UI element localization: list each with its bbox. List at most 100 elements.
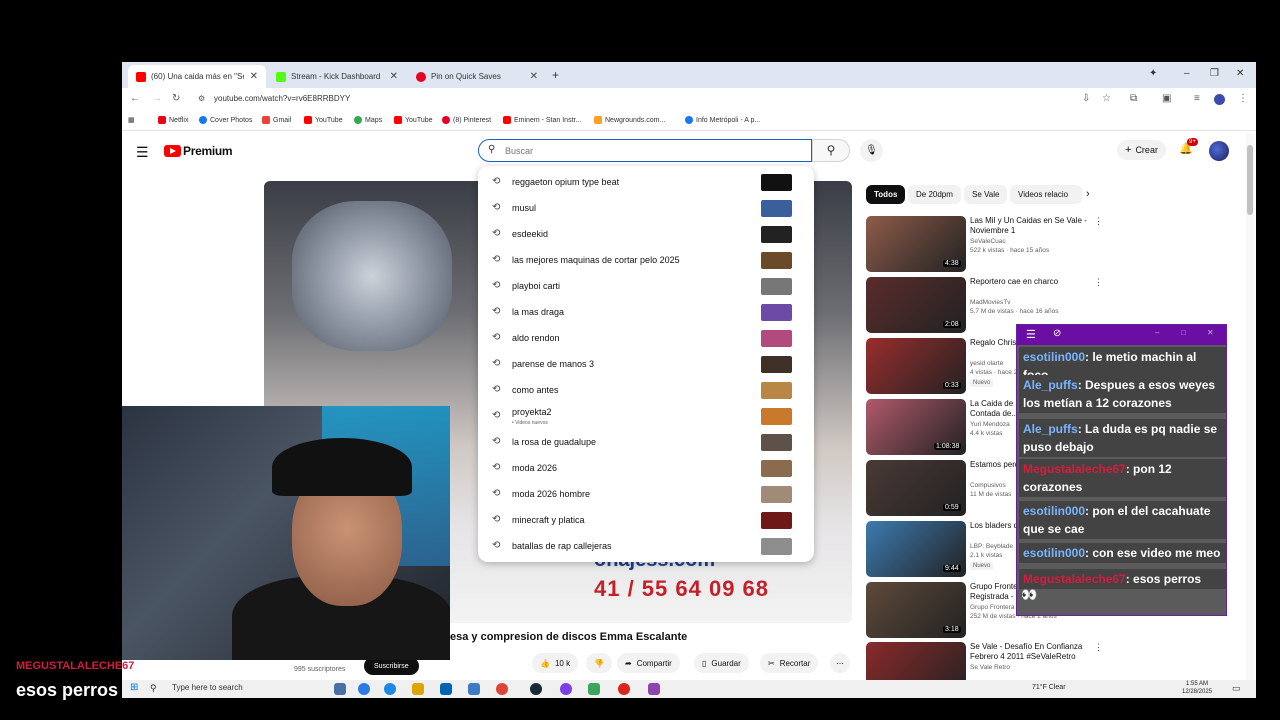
- account-avatar[interactable]: [1209, 141, 1229, 161]
- restore-icon[interactable]: ❐: [1210, 68, 1219, 79]
- reload-icon[interactable]: ↻: [172, 93, 180, 104]
- search-suggestion[interactable]: ⟲ esdeekid: [478, 222, 814, 248]
- chip-todos[interactable]: Todos: [866, 185, 906, 204]
- more-options-icon[interactable]: ⋮: [1094, 216, 1103, 227]
- split-view-icon[interactable]: ▣: [1162, 93, 1171, 104]
- like-button[interactable]: 👍 10 k: [532, 653, 579, 673]
- task-view-icon[interactable]: [334, 683, 346, 695]
- channel-name[interactable]: Grupo Frontera: [970, 604, 1014, 611]
- channel-name[interactable]: yesid olarte: [970, 360, 1003, 367]
- video-title[interactable]: Las Mil y Un Caidas en Se Vale - Noviemb…: [970, 216, 1098, 236]
- tab-kick[interactable]: Stream - Kick Dashboard ✕: [268, 65, 406, 88]
- video-thumbnail[interactable]: [866, 642, 966, 680]
- search-suggestion[interactable]: ⟲ la mas draga: [478, 300, 814, 326]
- bookmark-info-metropoli[interactable]: Info Metrópoli - A p...: [685, 116, 760, 124]
- chip-videos-relacionados[interactable]: Videos relacio: [1010, 185, 1082, 204]
- notification-center-icon[interactable]: ▭: [1232, 683, 1241, 694]
- chrome-icon[interactable]: [496, 683, 508, 695]
- app-icon[interactable]: [468, 683, 480, 695]
- profile-icon[interactable]: [1214, 94, 1225, 105]
- spotify-icon[interactable]: [588, 683, 600, 695]
- back-icon[interactable]: ←: [130, 93, 140, 104]
- bookmark-youtube-2[interactable]: YouTube: [394, 116, 433, 124]
- share-button[interactable]: ➦ Compartir: [617, 653, 680, 673]
- clock[interactable]: 1:55 AM 12/28/2025: [1182, 680, 1212, 696]
- more-options-icon[interactable]: ⋮: [1094, 277, 1103, 288]
- channel-name[interactable]: Se Vale Retro: [970, 664, 1010, 671]
- search-suggestion[interactable]: ⟲ moda 2026: [478, 456, 814, 482]
- edge-icon[interactable]: [358, 683, 370, 695]
- recommended-video[interactable]: Se Vale - Desafío En Confianza Febrero 4…: [866, 642, 1116, 680]
- youtube-premium-logo[interactable]: Premium: [164, 144, 233, 158]
- reading-list-icon[interactable]: ≡: [1194, 93, 1200, 104]
- address-bar[interactable]: youtube.com/watch?v=rv6E8RRBDYY: [214, 94, 350, 103]
- twitch-icon[interactable]: [648, 683, 660, 695]
- search-suggestion[interactable]: ⟲ parense de manos 3: [478, 352, 814, 378]
- search-suggestion[interactable]: ⟲ la rosa de guadalupe: [478, 430, 814, 456]
- new-tab-icon[interactable]: +: [552, 68, 559, 82]
- steam-icon[interactable]: [530, 683, 542, 695]
- chat-menu-icon[interactable]: ☰: [1026, 328, 1036, 341]
- chat-maximize-icon[interactable]: □: [1181, 328, 1186, 337]
- search-suggestion[interactable]: ⟲ batallas de rap callejeras: [478, 534, 814, 560]
- chat-close-icon[interactable]: ✕: [1207, 328, 1214, 337]
- install-icon[interactable]: ⇩: [1082, 93, 1090, 104]
- dislike-button[interactable]: 👎: [586, 653, 612, 673]
- chips-next-icon[interactable]: ›: [1086, 188, 1090, 200]
- channel-name[interactable]: LBP: Beyblade: [970, 543, 1013, 550]
- windows-start-icon[interactable]: ⊞: [130, 682, 138, 693]
- chip-se-vale[interactable]: Se Vale: [964, 185, 1008, 204]
- more-options-icon[interactable]: ⋮: [1094, 642, 1103, 653]
- search-input[interactable]: [505, 144, 795, 158]
- save-button[interactable]: ▯ Guardar: [694, 653, 749, 673]
- search-suggestion[interactable]: ⟲ musul: [478, 196, 814, 222]
- clip-button[interactable]: ✂ Recortar: [760, 653, 819, 673]
- scrollbar-thumb[interactable]: [1247, 145, 1253, 215]
- channel-name[interactable]: Yuri Mendoza: [970, 421, 1010, 428]
- bookmark-cover-photos[interactable]: Cover Photos: [199, 116, 252, 124]
- bookmark-star-icon[interactable]: ☆: [1102, 93, 1111, 104]
- apps-icon[interactable]: ▦: [128, 116, 135, 124]
- gemini-icon[interactable]: ✦: [1149, 68, 1157, 79]
- edge-browser-icon[interactable]: [384, 683, 396, 695]
- close-tab-icon[interactable]: ✕: [390, 71, 398, 82]
- bookmark-youtube[interactable]: YouTube: [304, 116, 343, 124]
- hamburger-menu-icon[interactable]: ☰: [136, 144, 149, 161]
- extensions-icon[interactable]: ⧉: [1130, 93, 1137, 104]
- bookmark-netflix[interactable]: Netflix: [158, 116, 188, 124]
- kebab-menu-icon[interactable]: ⋮: [1238, 93, 1248, 104]
- weather-widget[interactable]: 71°F Clear: [1032, 684, 1066, 691]
- notifications-button[interactable]: 🔔 9+: [1179, 138, 1198, 155]
- search-suggestion[interactable]: ⟲ como antes: [478, 378, 814, 404]
- obs-icon[interactable]: [618, 683, 630, 695]
- bookmark-gmail[interactable]: Gmail: [262, 116, 291, 124]
- video-title[interactable]: Se Vale - Desafío En Confianza Febrero 4…: [970, 642, 1098, 662]
- store-icon[interactable]: [440, 683, 452, 695]
- search-suggestion[interactable]: ⟲ las mejores maquinas de cortar pelo 202…: [478, 248, 814, 274]
- taskbar-search-input[interactable]: Type here to search: [172, 683, 292, 696]
- search-suggestion[interactable]: ⟲ moda 2026 hombre: [478, 482, 814, 508]
- close-tab-icon[interactable]: ✕: [250, 71, 258, 82]
- search-suggestion[interactable]: ⟲ aldo rendon: [478, 326, 814, 352]
- tab-youtube[interactable]: (60) Una caida más en "Se Vale ✕: [128, 65, 266, 88]
- bookmark-eminem[interactable]: Eminem - Stan Instr...: [503, 116, 581, 124]
- bookmark-pinterest[interactable]: (8) Pinterest: [442, 116, 491, 124]
- site-info-icon[interactable]: ⚙: [198, 94, 205, 103]
- forward-icon[interactable]: →: [152, 93, 162, 104]
- channel-name[interactable]: SeValeCuac: [970, 238, 1006, 245]
- create-button[interactable]: + Crear: [1117, 140, 1166, 160]
- channel-name[interactable]: Compusivos: [970, 482, 1006, 489]
- file-explorer-icon[interactable]: [412, 683, 424, 695]
- search-button[interactable]: ⚲: [812, 139, 850, 162]
- close-window-icon[interactable]: ✕: [1236, 68, 1244, 79]
- recommended-video[interactable]: 4:38 Las Mil y Un Caidas en Se Vale - Nov…: [866, 216, 1116, 274]
- search-box[interactable]: ⚲: [478, 139, 812, 162]
- search-suggestion[interactable]: ⟲ reggaeton opium type beat: [478, 170, 814, 196]
- video-title[interactable]: Reportero cae en charco: [970, 277, 1098, 287]
- more-actions-button[interactable]: ⋯: [830, 653, 850, 673]
- channel-name[interactable]: MadMoviesTv: [970, 299, 1010, 306]
- chat-minimize-icon[interactable]: –: [1155, 328, 1159, 337]
- bookmark-newgrounds[interactable]: Newgrounds.com...: [594, 116, 665, 124]
- discord-icon[interactable]: [560, 683, 572, 695]
- search-suggestion[interactable]: ⟲ playboi carti: [478, 274, 814, 300]
